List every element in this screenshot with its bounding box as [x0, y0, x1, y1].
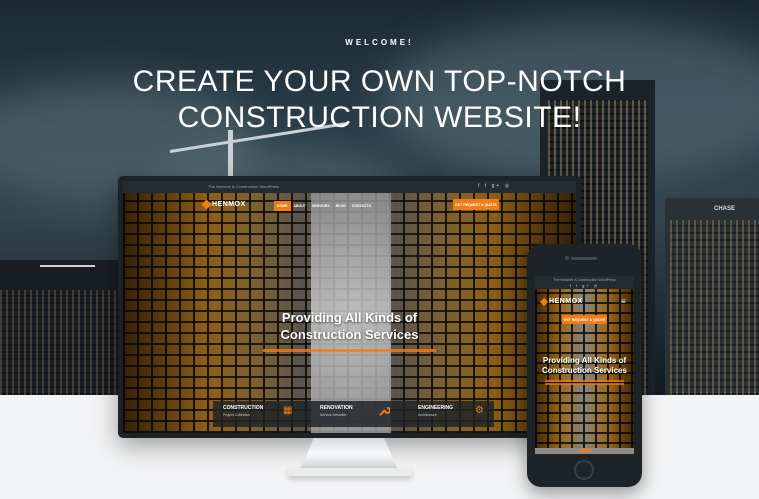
phone-social-links[interactable]: f t g+ ◎: [535, 283, 634, 288]
desktop-services-bar: CONSTRUCTION Project Collection ▦ RENOVA…: [213, 401, 494, 427]
monitor-base: [288, 468, 412, 476]
crane-jib-small: [40, 265, 95, 267]
facebook-icon[interactable]: f: [478, 183, 481, 189]
nav-services[interactable]: SERVICES: [309, 201, 333, 211]
phone-camera: [565, 256, 569, 260]
desktop-monitor: The Network is Construction WordPress f …: [118, 176, 581, 438]
wrench-icon: [379, 405, 391, 418]
desktop-navbar: HENMOX HOME ABOUT SERVICES BLOG CONTACTS…: [201, 199, 499, 213]
page-headline: CREATE YOUR OWN TOP-NOTCH CONSTRUCTION W…: [0, 64, 759, 136]
phone-home-button[interactable]: [574, 460, 594, 480]
phone-speaker: [571, 257, 597, 260]
logo-text: HENMOX: [549, 298, 583, 305]
service-title: ENGINEERING: [418, 405, 454, 411]
nav-contacts[interactable]: CONTACTS: [349, 201, 374, 211]
service-title: RENOVATION: [320, 405, 353, 411]
hero-title-line-1: Providing All Kinds of: [542, 356, 627, 365]
building-sign: CHASE: [714, 206, 736, 212]
desktop-nav-links: HOME ABOUT SERVICES BLOG CONTACTS: [274, 201, 374, 211]
service-subtitle: Architecture: [418, 413, 437, 417]
logo-text: HENMOX: [212, 201, 246, 208]
desktop-topbar: The Network is Construction WordPress f …: [123, 181, 576, 193]
phone-logo[interactable]: HENMOX: [539, 297, 583, 306]
monitor-stand: [300, 438, 398, 470]
desktop-logo[interactable]: HENMOX: [201, 199, 246, 210]
service-subtitle: Project Collection: [223, 413, 251, 417]
phone-hero-title: Providing All Kinds of Construction Serv…: [535, 356, 634, 376]
service-construction[interactable]: CONSTRUCTION Project Collection: [223, 405, 263, 425]
nav-about[interactable]: ABOUT: [291, 201, 309, 211]
hero-title-line-2: Construction Services: [280, 327, 419, 342]
welcome-label: WELCOME!: [345, 38, 414, 47]
desktop-tagline: The Network is Construction WordPress: [208, 184, 280, 189]
instagram-icon[interactable]: ◎: [505, 183, 511, 189]
gear-icon: ⚙: [475, 405, 484, 416]
hero-title-line-2: Construction Services: [542, 366, 627, 375]
hero-title-line-1: Providing All Kinds of: [281, 310, 418, 325]
service-engineering[interactable]: ENGINEERING Architecture: [418, 405, 453, 425]
phone-quote-button[interactable]: GET REQUEST A QUOTE: [562, 315, 607, 324]
desktop-hero-subtitle-bar: [263, 349, 436, 352]
quote-button[interactable]: GET REQUEST A QUOTE: [453, 199, 499, 210]
service-subtitle: Service Describe: [320, 413, 347, 417]
logo-icon: [539, 297, 549, 306]
headline-line-1: CREATE YOUR OWN TOP-NOTCH: [132, 65, 627, 98]
desktop-screen: The Network is Construction WordPress f …: [123, 181, 576, 433]
nav-blog[interactable]: BLOG: [333, 201, 349, 211]
headline-line-2: CONSTRUCTION WEBSITE!: [177, 101, 582, 134]
crane-mast: [228, 130, 233, 180]
desktop-social-links: f t g+ ◎: [478, 183, 511, 189]
phone-screen: The Network is Construction WordPress f …: [535, 276, 634, 454]
service-title: CONSTRUCTION: [223, 405, 264, 411]
nav-home[interactable]: HOME: [274, 201, 291, 211]
service-renovation[interactable]: RENOVATION Service Describe: [320, 405, 353, 425]
logo-icon: [201, 199, 212, 210]
twitter-icon[interactable]: t: [485, 183, 488, 189]
building-icon: ▦: [283, 405, 293, 416]
phone-device: The Network is Construction WordPress f …: [527, 244, 642, 487]
phone-hero-subtitle-bar: [545, 380, 624, 386]
hamburger-menu-icon[interactable]: ≡: [621, 297, 626, 306]
phone-tagline: The Network is Construction WordPress: [553, 278, 616, 282]
phone-bottom-button[interactable]: [579, 449, 591, 452]
phone-topbar: The Network is Construction WordPress f …: [535, 276, 634, 289]
desktop-hero-title: Providing All Kinds of Construction Serv…: [123, 309, 576, 343]
google-plus-icon[interactable]: g+: [492, 183, 502, 189]
